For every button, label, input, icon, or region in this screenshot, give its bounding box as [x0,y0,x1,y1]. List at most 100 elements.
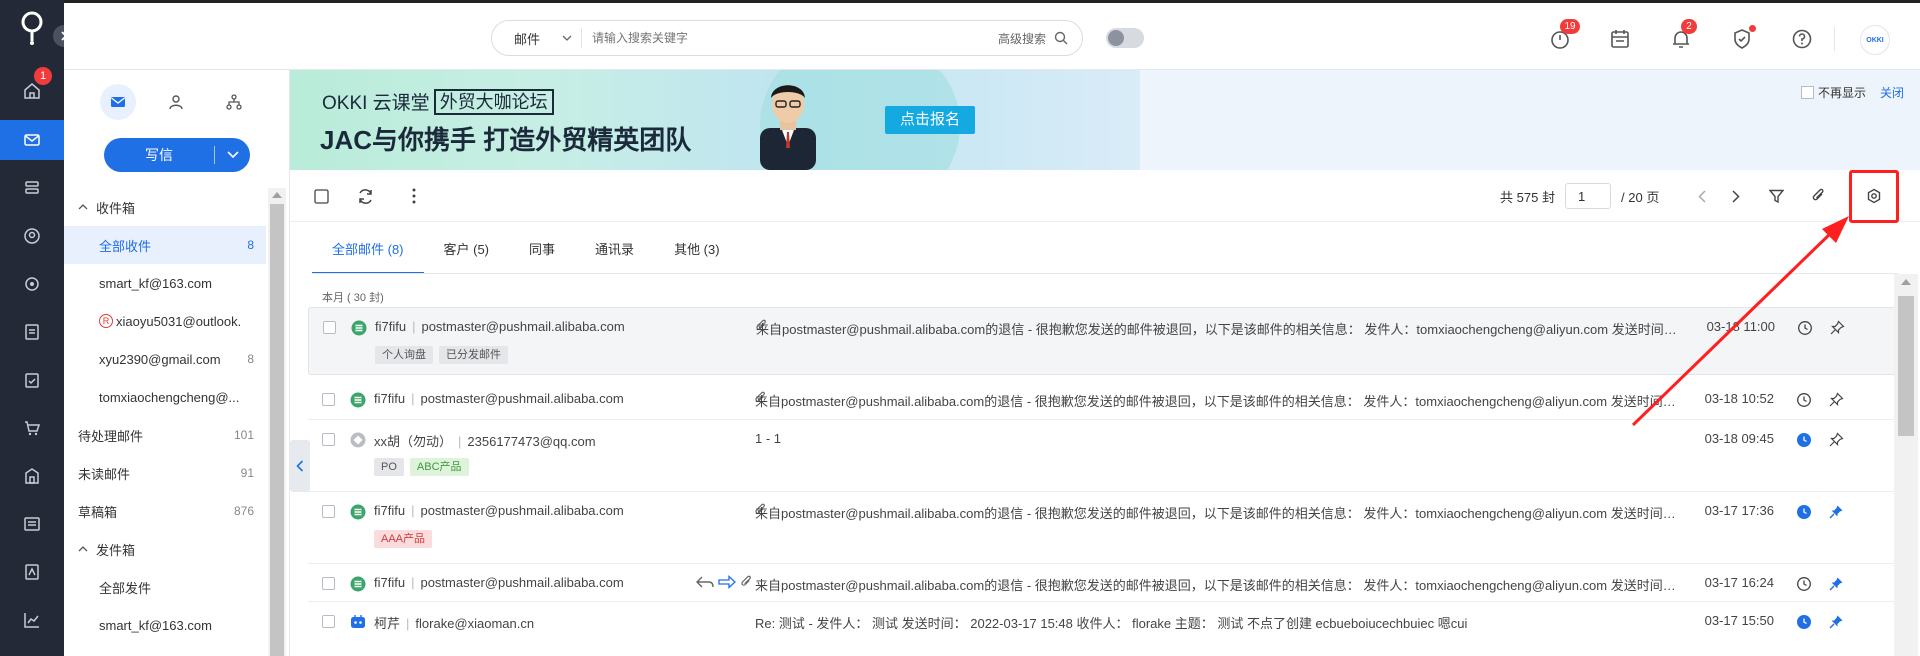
attachment-filter-button[interactable] [1806,184,1830,208]
email-row[interactable]: xx胡（勿动） | 2356177473@qq.com 1 - 1 03-18 09… [308,420,1896,492]
email-tag[interactable]: PO [374,458,404,476]
tab-customers[interactable]: 客户 (5) [424,222,510,274]
prev-page-button[interactable] [1690,184,1714,208]
filter-button[interactable] [1764,184,1788,208]
reminder-clock-icon[interactable] [1796,392,1812,408]
advanced-search-link[interactable]: 高级搜索 [998,30,1046,47]
compose-button[interactable]: 写信 [104,138,250,172]
rail-item-reports[interactable] [0,552,64,592]
scroll-up-arrow-icon[interactable] [1901,279,1911,285]
folder-sent[interactable]: 发件箱 [64,530,266,568]
reminder-clock-active-icon[interactable] [1796,432,1812,448]
security-button[interactable] [1730,25,1756,51]
folder-account[interactable]: xyu2390@gmail.com 8 [64,340,266,378]
rail-item-company[interactable] [0,456,64,496]
scroll-thumb[interactable] [270,204,284,656]
folder-account[interactable]: smart_kf@163.com [64,264,266,302]
customer-status-icon [351,320,367,336]
folder-inbox[interactable]: 收件箱 [64,188,266,226]
timer-button[interactable]: 19 [1548,19,1580,51]
signup-button[interactable]: 点击报名 [885,106,975,134]
checkbox-icon[interactable] [1800,86,1814,99]
row-checkbox[interactable] [322,433,335,446]
mail-list-scrollbar[interactable] [1894,274,1918,656]
email-tag[interactable]: ABC产品 [409,458,469,476]
email-tag[interactable]: 已分发邮件 [439,346,508,364]
tab-organization[interactable] [216,84,252,120]
rail-item-customers[interactable] [0,216,64,256]
reminder-clock-icon[interactable] [1797,320,1813,336]
email-row[interactable]: fi7fifu | postmaster@pushmail.alibaba.com … [308,307,1896,375]
banner-line1-prefix: OKKI 云课堂 [322,93,430,114]
mode-toggle[interactable] [1106,28,1144,48]
user-avatar[interactable]: OKKI [1860,25,1890,55]
row-checkbox[interactable] [322,505,335,518]
rail-item-documents[interactable] [0,312,64,352]
row-checkbox[interactable] [322,615,335,628]
folder-account[interactable]: R xiaoyu5031@outlook. [64,302,266,340]
rail-item-home[interactable]: 1 [0,67,64,111]
banner-image[interactable]: OKKI 云课堂 外贸大咖论坛 JAC与你携手 打造外贸精英团队 点击报名 [290,70,1140,170]
close-banner-link[interactable]: 关闭 [1880,84,1904,101]
rail-item-orders[interactable] [0,408,64,448]
rail-item-discovery[interactable] [0,264,64,304]
row-checkbox[interactable] [323,321,336,334]
tab-contacts[interactable] [158,84,194,120]
folder-sent-account[interactable]: smart_kf@163.com [64,606,266,644]
page-number-input[interactable] [1564,183,1611,209]
refresh-button[interactable] [353,184,377,208]
pin-icon[interactable] [1828,392,1844,408]
folder-pending[interactable]: 待处理邮件 101 [64,416,266,454]
tab-mail-folders[interactable] [100,84,136,120]
email-tag[interactable]: AAA产品 [374,530,433,548]
row-checkbox[interactable] [322,577,335,590]
select-all-checkbox[interactable] [309,184,333,208]
pin-icon[interactable] [1828,432,1844,448]
folder-all-inbox[interactable]: 全部收件 8 [64,226,266,264]
email-row[interactable]: fi7fifu | postmaster@pushmail.alibaba.com … [308,492,1896,564]
rail-item-analytics[interactable] [0,600,64,640]
row-checkbox[interactable] [322,393,335,406]
notifications-button[interactable]: 2 [1669,19,1697,51]
reminder-clock-icon[interactable] [1796,576,1812,592]
folder-count: 876 [233,504,254,518]
folder-scrollbar[interactable] [268,188,286,656]
email-row[interactable]: fi7fifu | postmaster@pushmail.alibaba.com … [308,380,1896,420]
calendar-button[interactable] [1608,27,1632,51]
chevron-up-icon[interactable] [78,204,88,210]
pinned-icon[interactable] [1828,504,1844,520]
tab-all-mail[interactable]: 全部邮件 (8) [312,222,424,274]
folder-drafts[interactable]: 草稿箱 876 [64,492,266,530]
tab-colleagues[interactable]: 同事 [509,222,575,274]
rail-item-list[interactable] [0,504,64,544]
search-input[interactable] [582,31,998,45]
rail-item-mail[interactable] [0,120,64,160]
reminder-clock-active-icon[interactable] [1796,504,1812,520]
search-icon[interactable] [1054,31,1068,45]
folder-all-sent[interactable]: 全部发件 [64,568,266,606]
email-row[interactable]: 柯芹 | florake@xiaoman.cn Re: 测试 - 发件人： 测试 发… [308,602,1896,656]
next-page-button[interactable] [1724,184,1748,208]
scroll-up-arrow-icon[interactable] [272,192,282,198]
pin-icon[interactable] [1829,320,1845,336]
expand-folder-panel-button[interactable] [290,440,310,492]
compose-dropdown-button[interactable] [215,151,250,159]
more-actions-button[interactable] [402,184,426,208]
scroll-thumb[interactable] [1898,296,1914,436]
email-tag[interactable]: 个人询盘 [375,346,433,364]
sender-name: fi7fifu [374,503,406,518]
chevron-up-icon[interactable] [78,546,88,552]
search-scope-select[interactable]: 邮件 [492,28,582,48]
reminder-clock-active-icon[interactable] [1796,614,1812,630]
email-row[interactable]: fi7fifu | postmaster@pushmail.alibaba.com … [308,564,1896,602]
tab-address-book[interactable]: 通讯录 [575,222,654,274]
help-button[interactable] [1790,27,1814,51]
rail-item-tasks[interactable] [0,360,64,400]
rail-item-leads[interactable] [0,168,64,208]
folder-unread[interactable]: 未读邮件 91 [64,454,266,492]
tab-other[interactable]: 其他 (3) [654,222,740,274]
folder-account[interactable]: tomxiaochengcheng@... [64,378,266,416]
pinned-icon[interactable] [1828,614,1844,630]
pinned-icon[interactable] [1828,576,1844,592]
hide-banner-checkbox[interactable]: 不再显示 [1800,84,1866,101]
